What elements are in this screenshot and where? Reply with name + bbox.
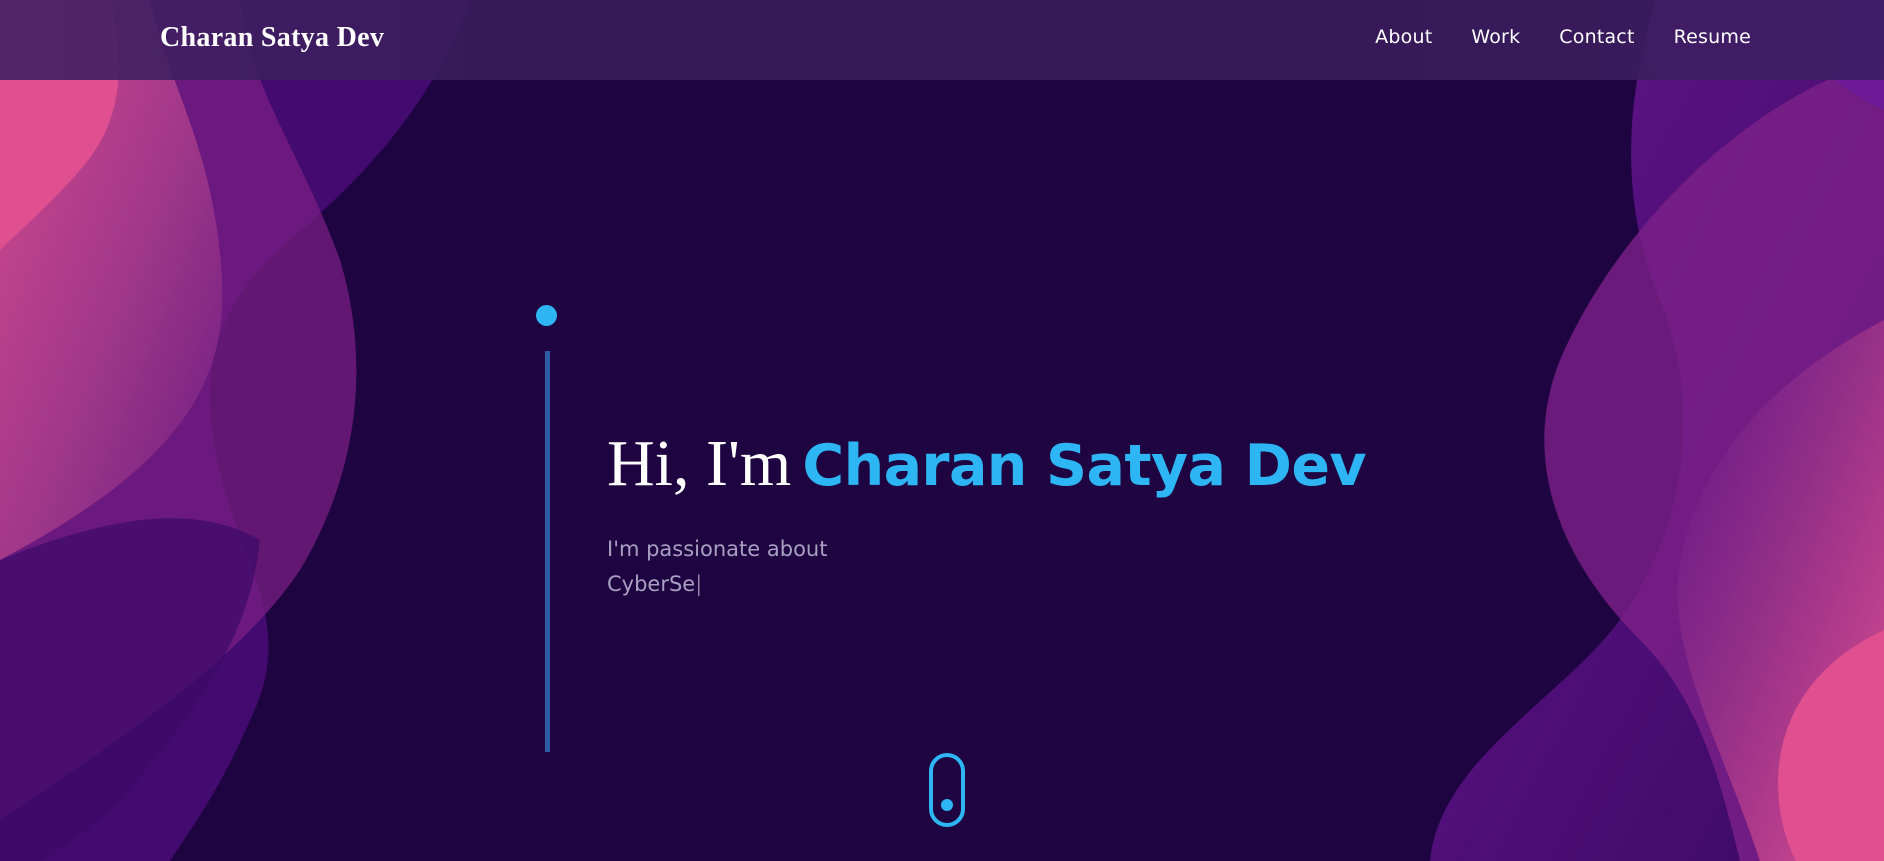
timeline-dot — [536, 305, 557, 326]
subtitle-line-2: CyberSe| — [607, 567, 827, 602]
brand-logo[interactable]: Charan Satya Dev — [160, 22, 384, 54]
navbar: Charan Satya Dev About Work Contact Resu… — [0, 0, 1884, 80]
nav-links: About Work Contact Resume — [1375, 26, 1751, 48]
subtitle-line-1: I'm passionate about — [607, 537, 828, 561]
nav-link-resume[interactable]: Resume — [1674, 26, 1751, 48]
scroll-down-mouse-icon[interactable] — [929, 753, 965, 827]
nav-link-work[interactable]: Work — [1471, 26, 1520, 48]
hero-name: Charan Satya Dev — [802, 433, 1366, 499]
timeline-line — [545, 351, 550, 752]
hero-greeting: Hi, I'm — [607, 427, 792, 500]
hero-title: Hi, I'm Charan Satya Dev — [607, 431, 1367, 499]
nav-link-contact[interactable]: Contact — [1559, 26, 1634, 48]
typing-caret: | — [695, 572, 703, 596]
scroll-wheel-dot — [941, 799, 953, 811]
typed-text: CyberSe — [607, 572, 696, 596]
nav-link-about[interactable]: About — [1375, 26, 1432, 48]
hero-subtitle: I'm passionate about CyberSe| — [607, 532, 827, 602]
